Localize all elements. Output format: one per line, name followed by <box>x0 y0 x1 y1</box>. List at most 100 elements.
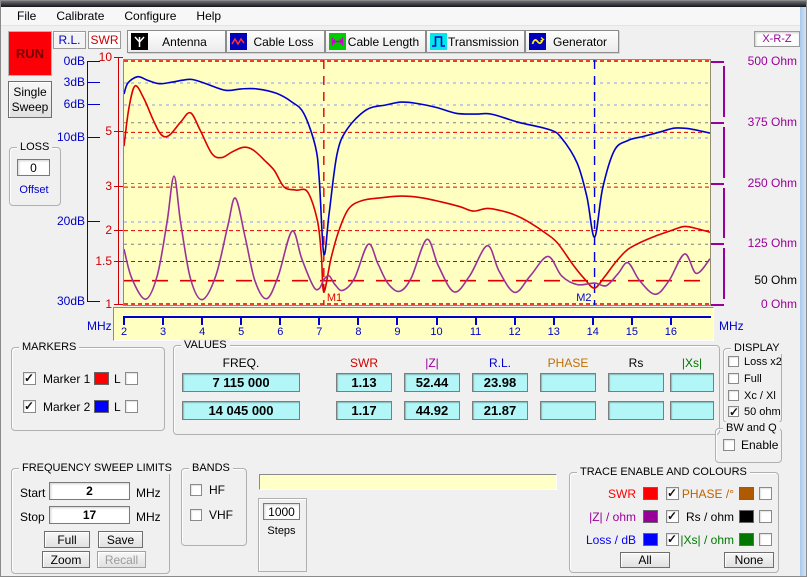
marker2-checkbox[interactable] <box>23 400 36 413</box>
xrz-button[interactable]: X-R-Z <box>754 31 800 47</box>
save-sweep-button[interactable]: Save <box>98 531 143 548</box>
trace-all-button[interactable]: All <box>620 552 670 568</box>
tab-swr[interactable]: SWR <box>88 31 121 49</box>
swr-tick-label: 5 <box>91 124 112 138</box>
loss-group-title: LOSS <box>17 141 52 153</box>
values-column-header: |Xs| <box>657 356 727 370</box>
value-cell <box>670 373 714 392</box>
swr-tick-label: 1.5 <box>91 254 112 268</box>
cable-loss-button[interactable]: Cable Loss <box>226 30 325 53</box>
recall-sweep-button[interactable]: Recall <box>97 551 146 568</box>
bw-q-enable-checkbox[interactable] <box>723 439 735 451</box>
trace-xs-checkbox[interactable] <box>759 533 772 546</box>
ohm-axis-bracket <box>723 66 725 117</box>
mhz-tick-label: 8 <box>348 326 368 338</box>
values-column-header: |Z| <box>397 356 467 370</box>
mhz-tick-label: 12 <box>505 326 525 338</box>
start-unit-label: MHz <box>136 486 161 500</box>
menu-calibrate[interactable]: Calibrate <box>46 8 114 24</box>
ohm-axis-tick <box>710 61 724 63</box>
rl-db-tick-label: 20dB <box>43 214 85 228</box>
stop-frequency-input[interactable]: 17 <box>49 506 130 524</box>
mhz-tick-label: 10 <box>427 326 447 338</box>
antenna-button[interactable]: Antenna <box>127 30 226 53</box>
trace-swr-swatch[interactable] <box>643 487 658 500</box>
trace-none-button[interactable]: None <box>724 552 774 568</box>
transmission-button-label: Transmission <box>447 35 524 49</box>
transmission-button[interactable]: Transmission <box>426 30 525 53</box>
loss-x2-checkbox[interactable] <box>728 356 739 367</box>
bands-group: BANDS HF VHF <box>181 468 247 546</box>
marker2-l-checkbox[interactable] <box>125 400 138 413</box>
value-cell: 44.92 <box>404 401 460 420</box>
marker2-color-swatch[interactable] <box>94 400 109 413</box>
start-frequency-input[interactable]: 2 <box>49 482 130 500</box>
mhz-axis-tick <box>201 316 203 325</box>
single-sweep-button[interactable]: Single Sweep <box>8 81 52 118</box>
ohm-tick-label: 125 Ohm <box>737 236 797 250</box>
mhz-tick-label: 9 <box>387 326 407 338</box>
swr-axis-tick <box>114 57 123 58</box>
swr-tick-label: 1 <box>91 297 112 311</box>
rl-db-axis-line <box>87 61 88 301</box>
swr-axis-tick <box>114 230 123 231</box>
rl-db-axis-tick <box>87 104 100 105</box>
marker1-color-swatch[interactable] <box>94 372 109 385</box>
zoom-sweep-button[interactable]: Zoom <box>42 551 90 568</box>
ohm-tick-label: 375 Ohm <box>737 115 797 129</box>
value-cell: 14 045 000 <box>182 401 300 420</box>
value-cell <box>670 401 714 420</box>
mhz-axis-line <box>123 316 711 318</box>
tab-return-loss[interactable]: R.L. <box>53 31 86 49</box>
steps-input[interactable]: 1000 <box>263 503 300 520</box>
loss-x2-label: Loss x2 <box>744 356 782 368</box>
trace-phase-swatch[interactable] <box>739 487 754 500</box>
trace-rs-checkbox[interactable] <box>759 510 772 523</box>
trace-phase-checkbox[interactable] <box>759 487 772 500</box>
swr-axis-tick <box>114 131 123 132</box>
trace-loss-swatch[interactable] <box>643 533 658 546</box>
fifty-ohm-checkbox[interactable] <box>728 406 739 417</box>
hf-band-checkbox[interactable] <box>190 484 202 496</box>
window-edge <box>800 7 807 577</box>
mhz-tick-label: 15 <box>622 326 642 338</box>
values-column-header: PHASE <box>533 356 603 370</box>
menu-help[interactable]: Help <box>186 8 231 24</box>
loss-offset-input[interactable]: 0 <box>17 159 50 176</box>
mhz-axis-tick <box>279 316 281 325</box>
sweep-progress-bar <box>259 474 557 490</box>
run-button[interactable]: RUN <box>8 31 52 76</box>
bw-q-enable-label: Enable <box>741 438 778 452</box>
ohm-axis-bracket <box>723 188 725 239</box>
menu-configure[interactable]: Configure <box>114 8 186 24</box>
trace-loss-label: Loss / dB <box>574 533 636 547</box>
start-label: Start <box>20 486 45 500</box>
swr-tick-label: 10 <box>91 50 112 64</box>
trace-z-swatch[interactable] <box>643 510 658 523</box>
swr-tick-label: 2 <box>91 223 112 237</box>
vhf-band-checkbox[interactable] <box>190 509 202 521</box>
bands-group-title: BANDS <box>189 462 233 474</box>
swr-axis-tick <box>114 304 123 305</box>
mhz-axis-tick <box>553 316 555 325</box>
generator-button[interactable]: Generator <box>525 30 619 53</box>
mhz-axis-tick <box>396 316 398 325</box>
full-sweep-button[interactable]: Full <box>44 531 90 548</box>
values-column-header: FREQ. <box>206 356 276 370</box>
cable-length-button[interactable]: Cable Length <box>325 30 426 53</box>
full-display-checkbox[interactable] <box>728 373 739 384</box>
value-cell: 52.44 <box>404 373 460 392</box>
xc-xl-checkbox[interactable] <box>728 390 739 401</box>
marker2-l-label: L <box>114 400 121 414</box>
trace-xs-swatch[interactable] <box>739 533 754 546</box>
cable-loss-button-label: Cable Loss <box>247 35 324 49</box>
value-cell <box>540 401 596 420</box>
bw-q-group: BW and Q Enable <box>715 428 782 463</box>
menu-file[interactable]: File <box>7 8 46 24</box>
values-column-header: SWR <box>329 356 399 370</box>
marker1-checkbox[interactable] <box>23 372 36 385</box>
ohm-tick-label: 0 Ohm <box>737 297 797 311</box>
trace-rs-swatch[interactable] <box>739 510 754 523</box>
marker1-l-checkbox[interactable] <box>125 372 138 385</box>
values-column-header: R.L. <box>465 356 535 370</box>
